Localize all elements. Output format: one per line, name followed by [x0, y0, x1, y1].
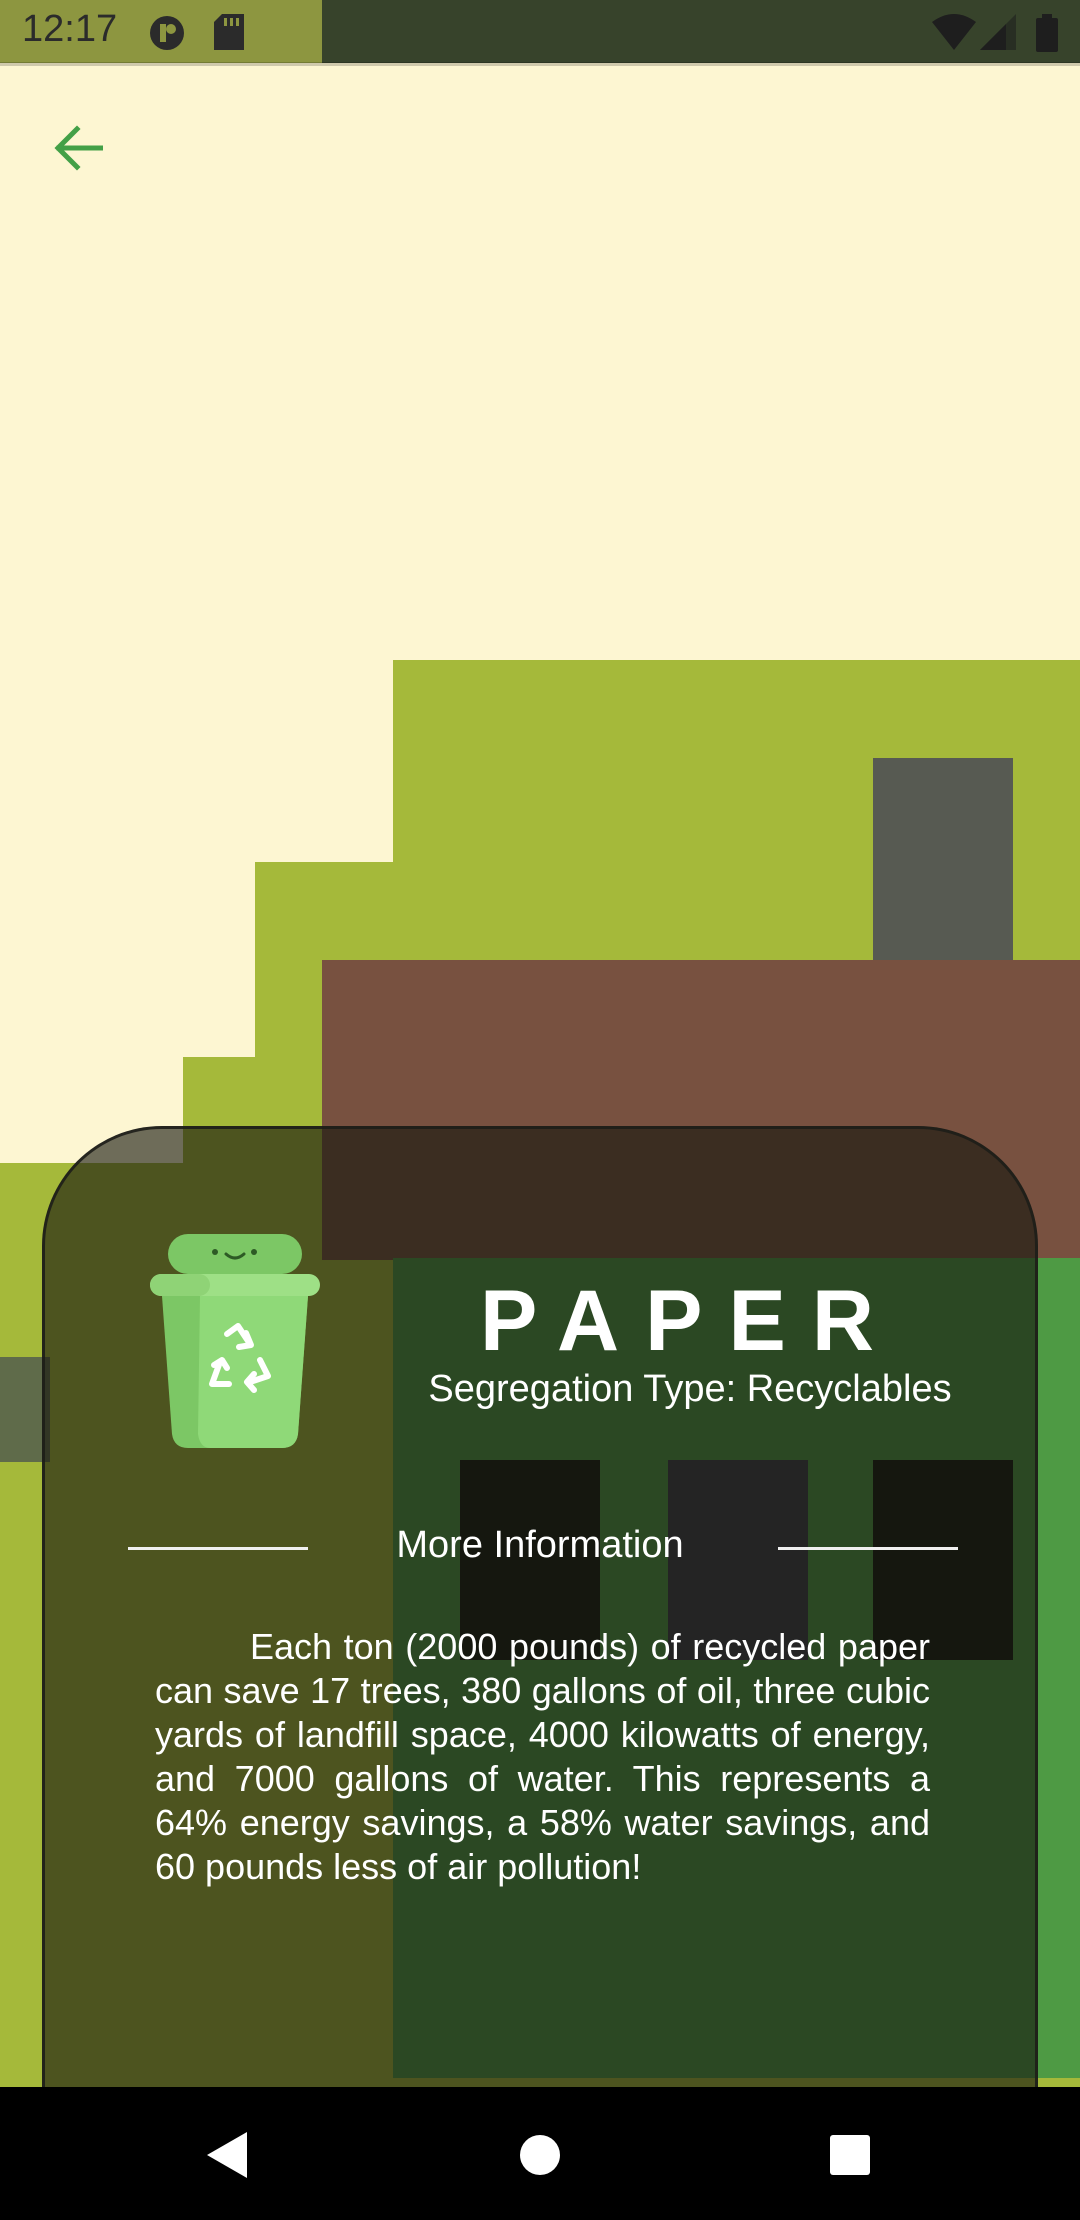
wifi-icon	[932, 14, 976, 50]
segregation-type: Segregation Type: Recyclables	[428, 1368, 952, 1410]
arrow-left-icon	[54, 125, 103, 171]
nav-home-button[interactable]	[505, 2120, 575, 2190]
material-title: PAPER	[480, 1273, 900, 1369]
status-bar-shadow	[0, 62, 1080, 66]
section-heading: More Information	[396, 1524, 684, 1566]
nav-back-button[interactable]	[192, 2120, 262, 2190]
battery-icon	[1036, 14, 1058, 52]
notification-app-icon	[150, 16, 184, 50]
status-bar: 12:17	[0, 0, 1080, 66]
nav-recents-icon	[830, 2135, 870, 2175]
nav-recents-button[interactable]	[815, 2120, 885, 2190]
signal-icon	[980, 14, 1016, 50]
description-text: Each ton (2000 pounds) of recycled paper…	[155, 1626, 930, 1887]
nav-home-icon	[520, 2135, 560, 2175]
status-time: 12:17	[22, 8, 118, 50]
sd-card-icon	[214, 14, 244, 50]
divider-left	[128, 1547, 308, 1550]
divider-right	[778, 1547, 958, 1550]
nav-back-icon	[207, 2132, 247, 2178]
back-button[interactable]	[40, 110, 116, 186]
recycle-bin-icon	[150, 1234, 320, 1448]
